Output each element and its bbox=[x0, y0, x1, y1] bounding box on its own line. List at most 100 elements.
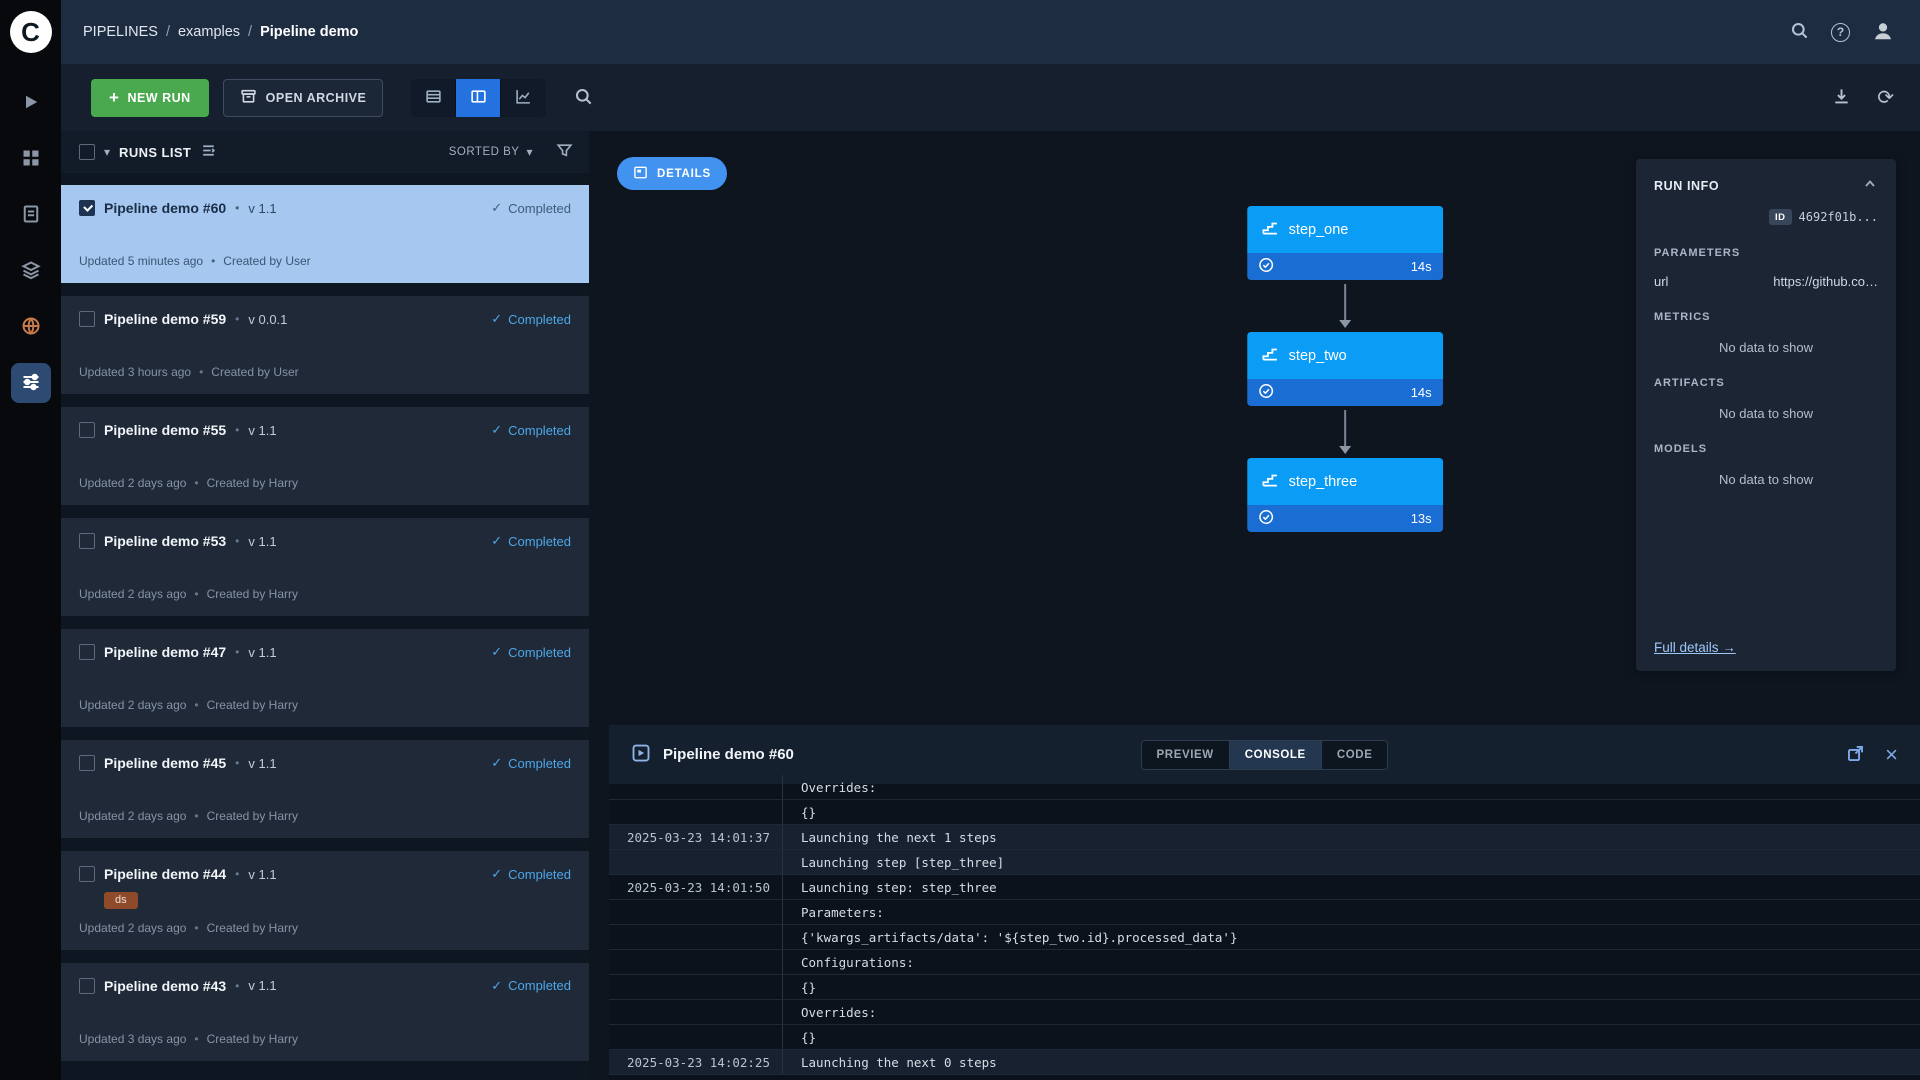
breadcrumb-item[interactable]: Pipeline demo / bbox=[260, 24, 358, 40]
pipeline-step-node[interactable]: step_two 14s bbox=[1247, 332, 1443, 406]
models-empty-state: No data to show bbox=[1654, 472, 1878, 487]
select-all-checkbox[interactable] bbox=[79, 144, 95, 160]
run-list-item[interactable]: Pipeline demo #43 • v 1.1 ✓ Completed bbox=[61, 963, 589, 1061]
run-version: v 1.1 bbox=[248, 534, 276, 549]
step-duration: 14s bbox=[1411, 259, 1432, 274]
pipelines-icon bbox=[21, 372, 41, 395]
chart-view-toggle[interactable] bbox=[501, 79, 546, 117]
sorted-by-dropdown[interactable]: SORTED BY ▾ bbox=[449, 145, 533, 159]
run-checkbox[interactable] bbox=[79, 533, 95, 549]
run-creator: Created by Harry bbox=[207, 809, 298, 823]
dag-node-wrap: step_one 14s bbox=[1247, 206, 1443, 332]
run-status-badge: ✓ Completed bbox=[491, 644, 571, 660]
run-checkbox[interactable] bbox=[79, 644, 95, 660]
check-icon: ✓ bbox=[491, 755, 502, 771]
app-root: C PIPELINES / bbox=[0, 0, 1920, 1080]
chevron-down-icon[interactable]: ▾ bbox=[104, 145, 110, 159]
run-list-item[interactable]: Pipeline demo #59 • v 0.0.1 ✓ Completed bbox=[61, 296, 589, 394]
view-toggle-group bbox=[411, 79, 546, 117]
column-settings-icon[interactable] bbox=[200, 142, 217, 162]
dot-separator: • bbox=[235, 867, 239, 881]
run-list-item[interactable]: Pipeline demo #60 • v 1.1 ✓ Completed bbox=[61, 185, 589, 283]
run-id-value[interactable]: 4692f01b... bbox=[1799, 210, 1878, 224]
chevron-up-icon[interactable] bbox=[1862, 176, 1878, 195]
check-icon: ✓ bbox=[491, 311, 502, 327]
help-icon: ? bbox=[1831, 23, 1850, 42]
table-view-toggle[interactable] bbox=[411, 79, 456, 117]
sidebar-item-reports[interactable] bbox=[11, 195, 51, 235]
layers-icon bbox=[21, 260, 41, 283]
detail-tabs: PREVIEWCONSOLECODE bbox=[1141, 740, 1389, 770]
dot-separator: • bbox=[235, 423, 239, 437]
full-details-link[interactable]: Full details → bbox=[1654, 640, 1736, 655]
filter-icon[interactable] bbox=[556, 142, 573, 162]
details-button[interactable]: DETAILS bbox=[617, 157, 727, 190]
console-row-message: Overrides: bbox=[783, 1005, 876, 1020]
close-panel-button[interactable]: × bbox=[1885, 744, 1898, 766]
sidebar-item-datasets[interactable] bbox=[11, 139, 51, 179]
pipeline-toolbar: + NEW RUN OPEN ARCHIVE bbox=[61, 64, 1920, 131]
detail-tab[interactable]: CODE bbox=[1322, 741, 1388, 769]
run-version: v 1.1 bbox=[248, 867, 276, 882]
globe-icon bbox=[21, 316, 41, 339]
run-list-item[interactable]: Pipeline demo #55 • v 1.1 ✓ Completed bbox=[61, 407, 589, 505]
split-view-toggle[interactable] bbox=[456, 79, 501, 117]
run-updated: Updated 2 days ago bbox=[79, 809, 186, 823]
header-search-button[interactable] bbox=[1790, 21, 1809, 43]
detail-tab[interactable]: CONSOLE bbox=[1230, 741, 1322, 769]
run-meta: Updated 3 hours ago • Created by User bbox=[79, 353, 571, 379]
run-list-item[interactable]: Pipeline demo #44 • v 1.1 ✓ Completed ds bbox=[61, 851, 589, 950]
pipeline-dag: step_one 14s bbox=[1247, 206, 1443, 532]
console-row-time bbox=[609, 975, 783, 999]
run-checkbox[interactable] bbox=[79, 866, 95, 882]
report-icon bbox=[21, 204, 41, 227]
chart-view-icon bbox=[515, 88, 532, 108]
dot-separator: • bbox=[194, 698, 198, 712]
expand-panel-button[interactable] bbox=[1846, 744, 1865, 766]
dot-separator: • bbox=[194, 921, 198, 935]
run-checkbox[interactable] bbox=[79, 422, 95, 438]
toolbar-right-actions: ⟳ bbox=[1832, 87, 1894, 109]
user-avatar-button[interactable] bbox=[1872, 20, 1894, 45]
dot-separator: • bbox=[235, 201, 239, 215]
console-row: Overrides: bbox=[609, 1000, 1920, 1025]
step-name: step_two bbox=[1289, 348, 1347, 364]
download-button[interactable] bbox=[1832, 87, 1851, 109]
run-creator: Created by Harry bbox=[207, 476, 298, 490]
breadcrumb-item[interactable]: PIPELINES / bbox=[83, 24, 170, 40]
run-updated: Updated 3 days ago bbox=[79, 1032, 186, 1046]
run-list-item[interactable]: Pipeline demo #47 • v 1.1 ✓ Completed bbox=[61, 629, 589, 727]
run-checkbox[interactable] bbox=[79, 978, 95, 994]
run-tag[interactable]: ds bbox=[104, 892, 138, 909]
check-icon: ✓ bbox=[491, 644, 502, 660]
sidebar-item-pipelines[interactable] bbox=[11, 363, 51, 403]
parameter-value[interactable]: https://github.co… bbox=[1773, 274, 1878, 289]
sidebar-item-workers[interactable] bbox=[11, 307, 51, 347]
pipeline-step-node[interactable]: step_three 13s bbox=[1247, 458, 1443, 532]
help-button[interactable]: ? bbox=[1831, 23, 1850, 42]
run-meta: Updated 2 days ago • Created by Harry bbox=[79, 464, 571, 490]
run-info-panel: RUN INFO ID 4692f01b... PARAMETERS url bbox=[1636, 159, 1896, 671]
breadcrumb-item[interactable]: examples / bbox=[178, 24, 252, 40]
detail-tab[interactable]: PREVIEW bbox=[1142, 741, 1230, 769]
new-run-button[interactable]: + NEW RUN bbox=[91, 79, 209, 117]
runs-search-button[interactable] bbox=[574, 87, 593, 109]
archive-icon bbox=[240, 88, 257, 108]
run-checkbox[interactable] bbox=[79, 755, 95, 771]
run-checkbox[interactable] bbox=[79, 311, 95, 327]
pipeline-step-node[interactable]: step_one 14s bbox=[1247, 206, 1443, 280]
parameter-row: url https://github.co… bbox=[1654, 274, 1878, 289]
clearml-logo[interactable]: C bbox=[10, 11, 52, 53]
open-archive-button[interactable]: OPEN ARCHIVE bbox=[223, 79, 384, 117]
run-creator: Created by Harry bbox=[207, 1032, 298, 1046]
sidebar-item-projects[interactable] bbox=[11, 83, 51, 123]
auto-refresh-button[interactable]: ⟳ bbox=[1877, 88, 1894, 108]
run-list-item[interactable]: Pipeline demo #45 • v 1.1 ✓ Completed bbox=[61, 740, 589, 838]
run-list-item[interactable]: Pipeline demo #53 • v 1.1 ✓ Completed bbox=[61, 518, 589, 616]
sidebar-item-models[interactable] bbox=[11, 251, 51, 291]
header-actions: ? bbox=[1790, 20, 1894, 45]
run-checkbox[interactable] bbox=[79, 200, 95, 216]
run-version: v 1.1 bbox=[248, 423, 276, 438]
console-log[interactable]: Overrides: {} 2025-03-23 14:01:37 Launch… bbox=[609, 775, 1920, 1080]
dag-arrow bbox=[1338, 406, 1352, 458]
